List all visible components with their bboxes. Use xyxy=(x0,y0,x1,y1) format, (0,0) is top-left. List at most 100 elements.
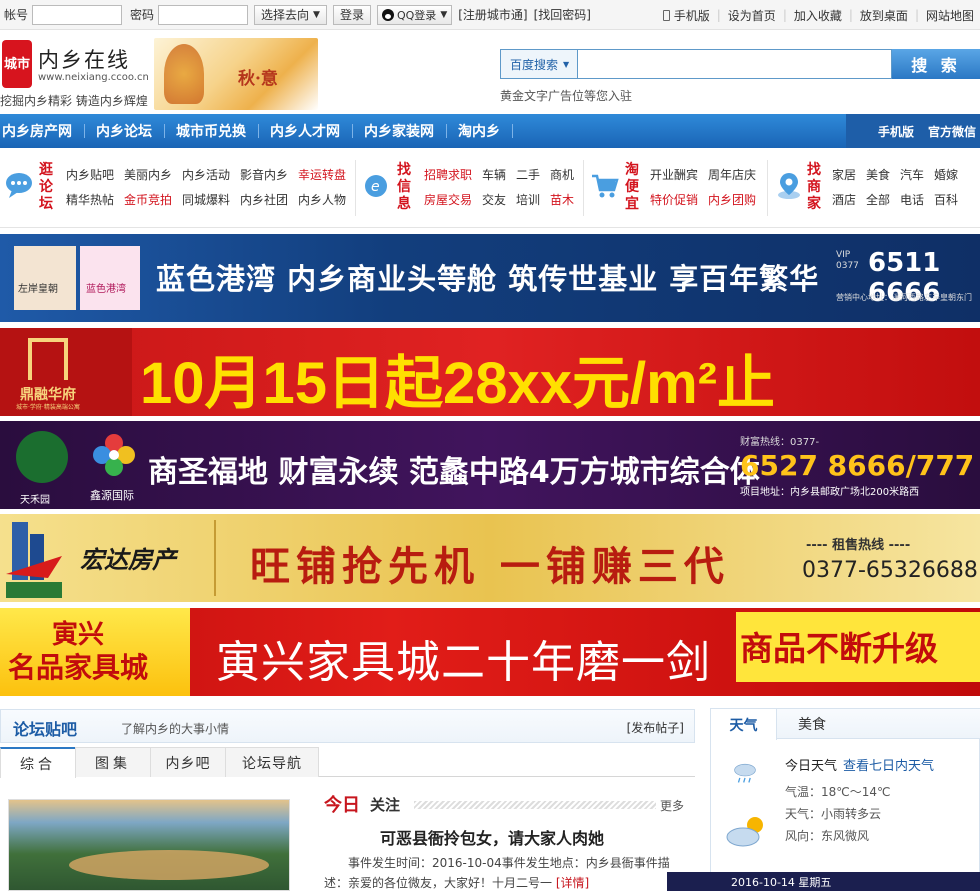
cat-link[interactable]: 内乡社团 xyxy=(240,191,288,208)
banner-xinyuan[interactable]: 天禾园 鑫源国际 商圣福地 财富永续 范蠡中路4万方城市综合体 财富热线：037… xyxy=(0,421,980,509)
weather-week-link[interactable]: 查看七日内天气 xyxy=(843,755,934,774)
cat-link[interactable]: 百科 xyxy=(934,191,958,208)
forum-tabs: 综合 图集 内乡吧 论坛导航 xyxy=(0,747,695,778)
goto-select[interactable]: 选择去向 ▼ xyxy=(254,4,327,25)
header: 城市 内乡在线 www.neixiang.ccoo.cn 挖掘内乡精彩 铸造内乡… xyxy=(0,30,980,114)
cat-link[interactable]: 美食 xyxy=(866,166,890,183)
cat-link[interactable]: 家居 xyxy=(832,166,856,183)
site-name[interactable]: 内乡在线 xyxy=(38,44,130,74)
search-input[interactable] xyxy=(578,49,892,79)
forum-section: 论坛贴吧 了解内乡的大事小情 [发布帖子] 综合 图集 内乡吧 论坛导航 今日 … xyxy=(0,709,695,891)
cat-link[interactable]: 培训 xyxy=(516,191,540,208)
mobile-link[interactable]: 手机版 xyxy=(674,7,710,24)
brand-logo xyxy=(16,431,68,483)
forum-title[interactable]: 论坛贴吧 xyxy=(13,716,77,740)
cat-link[interactable]: 精华热帖 xyxy=(66,191,114,208)
cat-link[interactable]: 周年店庆 xyxy=(708,166,756,183)
cat-link[interactable]: 车辆 xyxy=(482,166,506,183)
category-title[interactable]: 找信息 xyxy=(396,162,412,213)
nav-decoration[interactable]: 内乡家装网 xyxy=(364,121,447,141)
category-forum: 逛论坛 内乡贴吧 美丽内乡 内乡活动 影音内乡 幸运转盘 精华热帖 金币竞拍 同… xyxy=(0,148,356,228)
qq-penguin-icon xyxy=(381,8,394,21)
add-favorite-link[interactable]: 加入收藏 xyxy=(794,7,842,24)
register-link[interactable]: [注册城市通] xyxy=(458,6,527,23)
cat-link[interactable]: 金币竞拍 xyxy=(124,191,172,208)
brand-logo xyxy=(14,246,76,310)
qq-login-button[interactable]: QQ登录 ▼ xyxy=(376,4,453,25)
category-title[interactable]: 逛论坛 xyxy=(38,162,54,213)
post-thread-link[interactable]: [发布帖子] xyxy=(627,719,684,736)
cat-link[interactable]: 内乡活动 xyxy=(182,166,230,183)
headline-link[interactable]: 可恶县衙拎包女，请大家人肉她 xyxy=(380,825,604,849)
category-merchants: 找商家 家居 美食 汽车 婚嫁 酒店 全部 电话 百科 xyxy=(770,148,980,228)
cat-link[interactable]: 内乡贴吧 xyxy=(66,166,114,183)
search-type-select[interactable]: 百度搜索 ▼ xyxy=(500,49,578,79)
weather-today-label: 今日天气 xyxy=(785,759,838,774)
retrieve-password-link[interactable]: [找回密码] xyxy=(534,6,591,23)
cat-link[interactable]: 内乡人物 xyxy=(298,191,346,208)
detail-link[interactable]: [详情] xyxy=(556,876,589,890)
cat-link[interactable]: 内乡团购 xyxy=(708,191,756,208)
text-ad-link[interactable]: 黄金文字广告位等您入驻 xyxy=(500,87,632,104)
nav-wechat[interactable]: 官方微信 xyxy=(928,123,976,140)
category-info: e 找信息 招聘求职 车辆 二手 商机 房屋交易 交友 培训 苗木 xyxy=(358,148,584,228)
password-label: 密码 xyxy=(130,8,155,22)
partly-cloudy-icon xyxy=(726,817,763,847)
cat-link[interactable]: 商机 xyxy=(550,166,574,183)
category-title[interactable]: 找商家 xyxy=(806,162,822,213)
category-title[interactable]: 淘便宜 xyxy=(624,162,640,213)
banner-blue-harbor[interactable]: 左岸皇朝 蓝色港湾 蓝色港湾 内乡商业头等舱 筑传世基业 享百年繁华 VIP 0… xyxy=(0,234,980,322)
cat-link[interactable]: 全部 xyxy=(866,191,890,208)
banner-hongda[interactable]: 宏达房产 旺铺抢先机 一铺赚三代 ---- 租售热线 ---- 0377-653… xyxy=(0,514,980,602)
tab-weather[interactable]: 天气 xyxy=(711,709,777,740)
banner-dingrong[interactable]: 鼎融华府 城市·学府·精装高端公寓 10月15日起28xx元/m²止 xyxy=(0,328,980,416)
search-button[interactable]: 搜 索 xyxy=(892,49,980,79)
cat-link[interactable]: 同城爆料 xyxy=(182,191,230,208)
banner-yinxing[interactable]: 寅兴 名品家具城 寅兴家具城二十年磨一剑 商品不断升级 xyxy=(0,608,980,696)
cat-link[interactable]: 电话 xyxy=(900,191,924,208)
cat-link[interactable]: 二手 xyxy=(516,166,540,183)
site-map-link[interactable]: 网站地图 xyxy=(926,7,974,24)
forum-header: 论坛贴吧 了解内乡的大事小情 [发布帖子] xyxy=(0,709,695,743)
account-input[interactable] xyxy=(32,4,123,25)
cat-link[interactable]: 开业酬宾 xyxy=(650,166,698,183)
nav-forum[interactable]: 内乡论坛 xyxy=(96,121,165,141)
cat-link[interactable]: 幸运转盘 xyxy=(298,166,346,183)
category-deals: 淘便宜 开业酬宾 周年店庆 特价促销 内乡团购 xyxy=(586,148,768,228)
cat-link[interactable]: 苗木 xyxy=(550,191,574,208)
cat-link[interactable]: 汽车 xyxy=(900,166,924,183)
cat-link[interactable]: 婚嫁 xyxy=(934,166,958,183)
nav-coin-exchange[interactable]: 城市币兑换 xyxy=(176,121,259,141)
cat-link[interactable]: 招聘求职 xyxy=(424,166,472,183)
tab-gallery[interactable]: 图集 xyxy=(75,747,151,777)
cat-link[interactable]: 交友 xyxy=(482,191,506,208)
tab-all[interactable]: 综合 xyxy=(0,747,76,778)
cat-link[interactable]: 美丽内乡 xyxy=(124,166,172,183)
brand-logo xyxy=(80,246,140,310)
forum-subtitle: 了解内乡的大事小情 xyxy=(121,722,230,736)
main-nav: 内乡房产网 内乡论坛 城市币兑换 内乡人才网 内乡家装网 淘内乡 手机版 官方微… xyxy=(0,114,980,148)
to-desktop-link[interactable]: 放到桌面 xyxy=(860,7,908,24)
site-logo[interactable]: 城市 xyxy=(2,40,32,88)
cat-link[interactable]: 酒店 xyxy=(832,191,856,208)
nav-shopping[interactable]: 淘内乡 xyxy=(458,121,513,141)
svg-text:e: e xyxy=(371,179,380,195)
nav-mobile[interactable]: 手机版 xyxy=(878,123,914,140)
tab-food[interactable]: 美食 xyxy=(779,709,845,739)
login-button[interactable]: 登录 xyxy=(332,4,371,25)
chevron-down-icon: ▼ xyxy=(440,9,448,20)
cat-link[interactable]: 特价促销 xyxy=(650,191,698,208)
more-link[interactable]: 更多 xyxy=(660,797,684,814)
nav-jobs[interactable]: 内乡人才网 xyxy=(270,121,353,141)
set-homepage-link[interactable]: 设为首页 xyxy=(728,7,776,24)
nav-house[interactable]: 内乡房产网 xyxy=(0,121,85,141)
date-bar: 2016-10-14 星期五 xyxy=(667,872,980,891)
tab-neixiang-bar[interactable]: 内乡吧 xyxy=(150,747,226,777)
headline-desc: 事件发生时间：2016-10-04事件发生地点：内乡县衙事件描述：亲爱的各位微友… xyxy=(324,856,670,890)
cat-link[interactable]: 房屋交易 xyxy=(424,191,472,208)
attention-label: 关注 xyxy=(370,796,401,814)
cat-link[interactable]: 影音内乡 xyxy=(240,166,288,183)
forum-photo[interactable] xyxy=(8,799,290,891)
password-input[interactable] xyxy=(158,4,249,25)
tab-forum-nav[interactable]: 论坛导航 xyxy=(225,747,319,777)
